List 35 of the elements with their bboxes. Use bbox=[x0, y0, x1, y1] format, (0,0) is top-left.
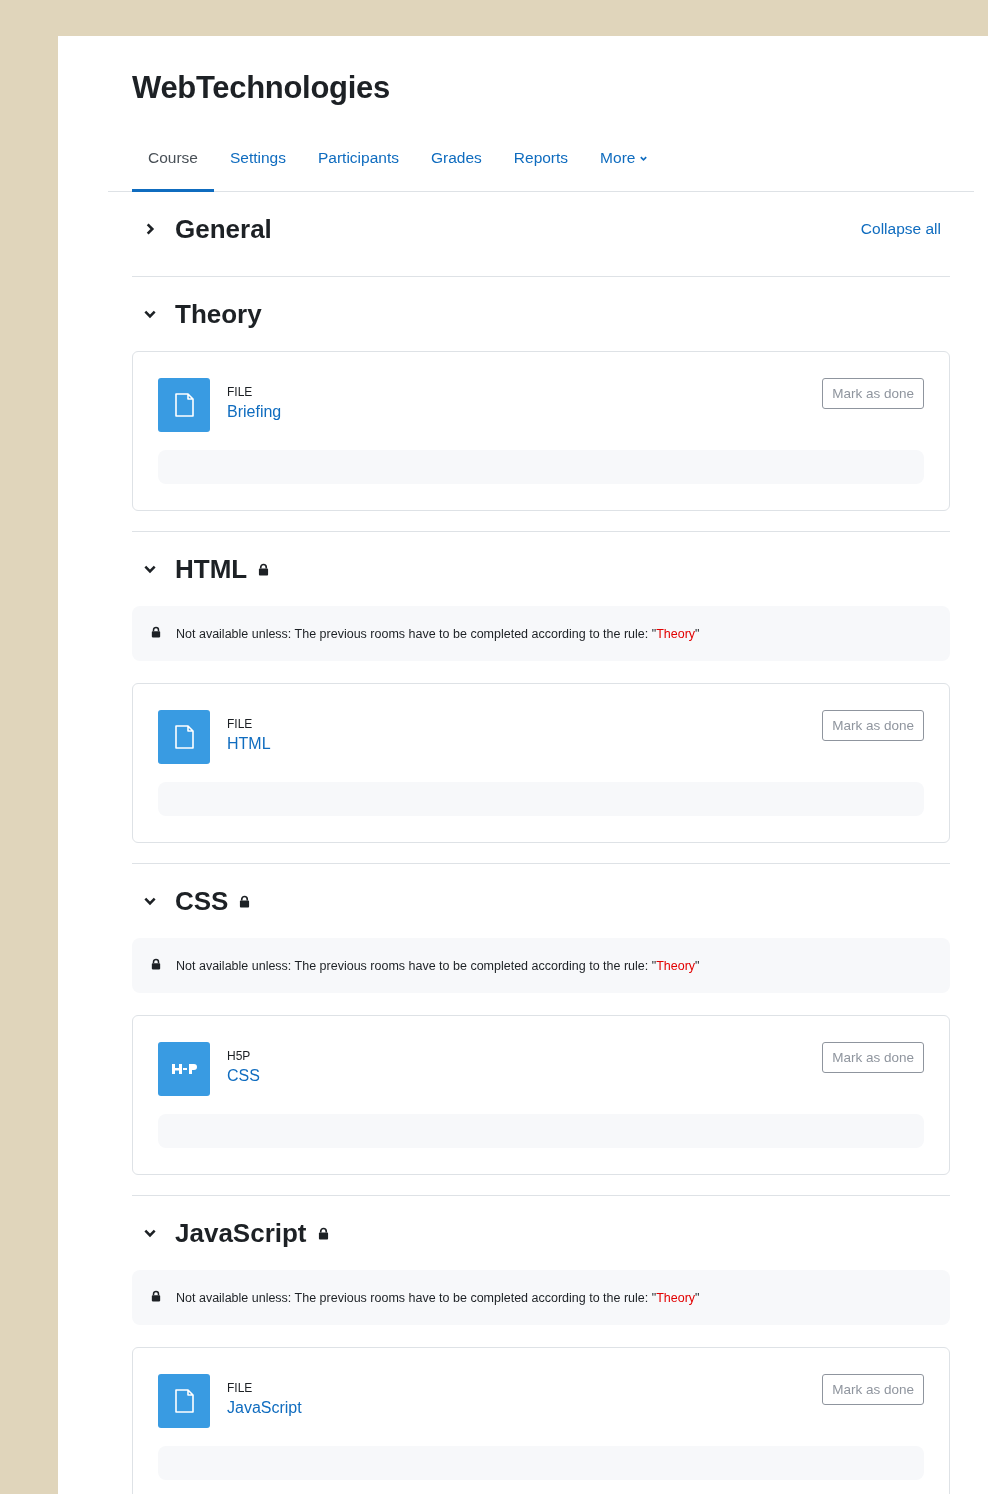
collapse-all-link[interactable]: Collapse all bbox=[860, 220, 941, 238]
course-title: WebTechnologies bbox=[131, 69, 391, 107]
activity-type: H5P bbox=[227, 1049, 252, 1063]
mark-as-done-button[interactable]: Mark as done bbox=[822, 1042, 924, 1073]
activity-link[interactable]: Briefing bbox=[227, 403, 282, 421]
section-title: CSS bbox=[175, 885, 229, 917]
lock-icon bbox=[151, 957, 161, 970]
section-title: Theory bbox=[175, 298, 262, 330]
section-title: General bbox=[175, 213, 272, 245]
nav-tab[interactable]: Reports bbox=[497, 132, 585, 192]
mark-as-done-button[interactable]: Mark as done bbox=[822, 1374, 924, 1405]
activity-type: FILE bbox=[227, 1381, 254, 1395]
restriction-text: Not available unless: The previous rooms have to be completed according to the rule: "Theory" bbox=[176, 958, 700, 973]
nav-tab[interactable]: Settings bbox=[213, 132, 302, 192]
activity-type: FILE bbox=[227, 385, 254, 399]
activity-link[interactable]: HTML bbox=[227, 735, 271, 753]
file-icon bbox=[158, 378, 210, 432]
logo-icon bbox=[158, 1042, 210, 1096]
section-title: HTML bbox=[175, 553, 248, 585]
nav-tab[interactable]: More bbox=[584, 132, 665, 192]
mark-as-done-button[interactable]: Mark as done bbox=[822, 378, 924, 409]
nav-tab[interactable]: Grades bbox=[414, 132, 498, 192]
section-title: JavaScript bbox=[175, 1217, 307, 1249]
restriction-text: Not available unless: The previous rooms have to be completed according to the rule: "Theory" bbox=[176, 626, 700, 641]
mark-as-done-button[interactable]: Mark as done bbox=[822, 710, 924, 741]
activity-type: FILE bbox=[227, 717, 254, 731]
nav-tab[interactable]: Participants bbox=[302, 132, 415, 192]
file-icon bbox=[158, 1374, 210, 1428]
restriction-text: Not available unless: The previous rooms have to be completed according to the rule: "Theory" bbox=[176, 1290, 700, 1305]
activity-link[interactable]: JavaScript bbox=[227, 1399, 302, 1417]
lock-icon bbox=[151, 1289, 161, 1302]
activity-link[interactable]: CSS bbox=[227, 1067, 260, 1085]
nav-tab[interactable]: Course bbox=[132, 132, 214, 192]
lock-icon bbox=[151, 625, 161, 638]
file-icon bbox=[158, 710, 210, 764]
